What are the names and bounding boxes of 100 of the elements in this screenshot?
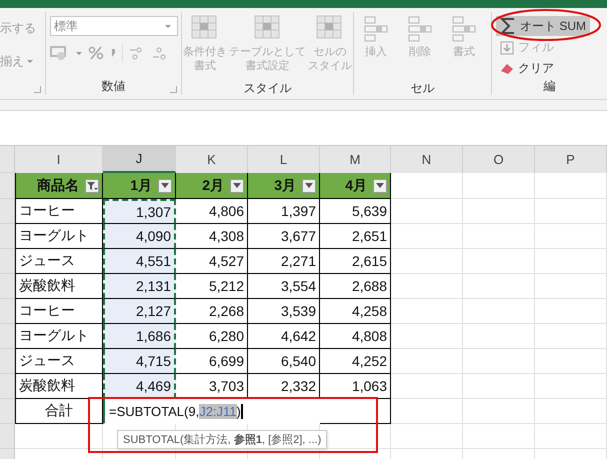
- row-header[interactable]: [0, 324, 15, 349]
- table-cell: 5,639: [320, 199, 391, 224]
- group-label: 数値: [102, 78, 126, 95]
- table-cell: 1,063: [320, 374, 391, 399]
- table-cell: 2,332: [248, 374, 320, 399]
- grid-cell: [391, 299, 463, 324]
- launcher-icon[interactable]: [170, 86, 177, 93]
- column-header[interactable]: P: [535, 146, 607, 173]
- grid-cell: [391, 324, 463, 349]
- row-header[interactable]: [0, 199, 15, 224]
- grid-cell: [463, 324, 535, 349]
- table-cell: 2,271: [248, 249, 320, 274]
- table-cell: 4,090: [103, 224, 176, 249]
- comma-icon[interactable]: [110, 48, 116, 58]
- table-cell: 5,212: [176, 274, 248, 299]
- grid-cell: [535, 299, 607, 324]
- header-label: 1月: [130, 176, 152, 194]
- launcher-icon[interactable]: [34, 86, 41, 93]
- table-cell: 4,715: [103, 349, 176, 374]
- table-cell: 2,127: [103, 299, 176, 324]
- row-header[interactable]: [0, 349, 15, 374]
- grid-cell: [391, 224, 463, 249]
- table-cell: 2,131: [103, 274, 176, 299]
- grid-cell: [391, 399, 463, 424]
- table-cell: [320, 399, 391, 424]
- grid-cell: [535, 274, 607, 299]
- grid-cell: [535, 224, 607, 249]
- header-label: 商品名: [37, 176, 79, 194]
- caret-icon: [165, 24, 171, 28]
- filter-icon: [86, 180, 98, 190]
- row-header[interactable]: [0, 173, 15, 199]
- grid-cell: [391, 349, 463, 374]
- table-cell: 6,699: [176, 349, 248, 374]
- filter-button[interactable]: [85, 178, 99, 192]
- table-cell: 4,806: [176, 199, 248, 224]
- group-label: スタイル: [244, 80, 292, 97]
- group-label: セル: [410, 80, 434, 97]
- table-cell: 3,539: [248, 299, 320, 324]
- table-cell: 4,551: [103, 249, 176, 274]
- table-cell: 4,252: [320, 349, 391, 374]
- eraser-icon: [500, 62, 514, 74]
- formula-cell[interactable]: =SUBTOTAL(9,J2:J11): [103, 399, 320, 424]
- function-tooltip: SUBTOTAL(集計方法, 参照1, [参照2], ...): [117, 430, 328, 449]
- table-cell: 2,268: [176, 299, 248, 324]
- table-cell: 合計: [15, 399, 103, 424]
- row-header[interactable]: [0, 299, 15, 324]
- filter-button[interactable]: [302, 178, 316, 192]
- grid-cell: [391, 249, 463, 274]
- grid-cell: [535, 249, 607, 274]
- grid-cell: [463, 274, 535, 299]
- grid-cell: [463, 374, 535, 399]
- table-cell: 4,258: [320, 299, 391, 324]
- row-header[interactable]: [0, 224, 15, 249]
- grid-cell: [391, 274, 463, 299]
- filter-button[interactable]: [158, 178, 172, 192]
- row-header[interactable]: [0, 399, 15, 424]
- select-all-corner[interactable]: [0, 146, 15, 173]
- grid-cell: [535, 424, 607, 449]
- grid-cell: [463, 399, 535, 424]
- table-cell: 1,686: [103, 324, 176, 349]
- format-select[interactable]: 標準: [50, 16, 178, 36]
- table-cell: 3,554: [248, 274, 320, 299]
- percent-icon[interactable]: [88, 46, 104, 60]
- filter-button[interactable]: [373, 178, 387, 192]
- grid-cell: [391, 424, 463, 449]
- grid-cell: [535, 199, 607, 224]
- caret-icon: [76, 52, 82, 54]
- header-label: 4月: [345, 176, 367, 194]
- caret-icon: [161, 183, 169, 188]
- table-cell: 6,540: [248, 349, 320, 374]
- clear-button[interactable]: クリア: [496, 59, 558, 78]
- column-header[interactable]: N: [391, 146, 463, 173]
- grid-cell: [535, 399, 607, 424]
- table-cell: 4,808: [320, 324, 391, 349]
- autosum-button[interactable]: オート SUM: [496, 16, 590, 36]
- table-cell: 4,642: [248, 324, 320, 349]
- column-header[interactable]: O: [463, 146, 535, 173]
- grid-cell: [463, 249, 535, 274]
- grid-cell: [463, 199, 535, 224]
- table-cell: 6,280: [176, 324, 248, 349]
- table-cell: 3,703: [176, 374, 248, 399]
- down-arrow-icon: [500, 40, 514, 54]
- caret-icon: [27, 60, 33, 63]
- grid-cell: [391, 199, 463, 224]
- grid-cell: [535, 173, 607, 199]
- grid-cell: [391, 374, 463, 399]
- decrease-decimal-icon[interactable]: [151, 46, 167, 60]
- table-cell: 1,397: [248, 199, 320, 224]
- row-header[interactable]: [0, 424, 15, 449]
- row-header[interactable]: [0, 374, 15, 399]
- table-cell: 4,308: [176, 224, 248, 249]
- column-header[interactable]: J: [103, 146, 176, 173]
- grid-cell: [463, 424, 535, 449]
- table-cell: 2,688: [320, 274, 391, 299]
- sigma-icon: [500, 17, 516, 35]
- filter-button[interactable]: [230, 178, 244, 192]
- grid-cell: [463, 349, 535, 374]
- group-label: 編: [544, 78, 556, 95]
- row-header[interactable]: [0, 249, 15, 274]
- row-header[interactable]: [0, 274, 15, 299]
